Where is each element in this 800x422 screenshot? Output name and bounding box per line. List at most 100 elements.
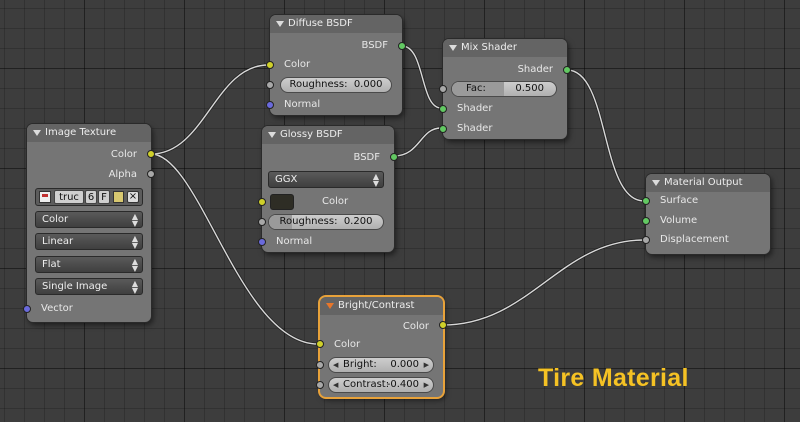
socket-input-surface[interactable]	[642, 197, 650, 205]
updown-arrows-icon: ▲ ▼	[131, 212, 138, 228]
output-label-bsdf: BSDF	[361, 40, 388, 51]
open-folder-icon[interactable]	[113, 191, 124, 203]
input-label-displacement: Displacement	[660, 234, 729, 245]
image-users-count[interactable]: 6	[85, 190, 97, 204]
image-name-field[interactable]: truc	[54, 190, 84, 204]
socket-output-bsdf[interactable]	[390, 153, 398, 161]
collapse-triangle-icon[interactable]	[326, 303, 334, 309]
node-header[interactable]: Image Texture	[27, 124, 151, 142]
image-texture-node[interactable]: Image Texture Color Alpha truc 6 F × Col…	[23, 124, 155, 322]
output-label-bsdf: BSDF	[353, 152, 380, 163]
input-label-normal: Normal	[276, 236, 313, 247]
image-datablock-selector[interactable]: truc 6 F ×	[35, 188, 143, 206]
node-header[interactable]: Mix Shader	[443, 39, 567, 57]
material-output-node[interactable]: Material Output Surface Volume Displacem…	[642, 174, 770, 254]
color-space-dropdown[interactable]: Color ▲ ▼	[35, 211, 143, 228]
fake-user-button[interactable]: F	[98, 190, 110, 204]
field-label: Roughness:	[279, 216, 338, 227]
input-label-vector: Vector	[41, 303, 73, 314]
field-value: -0.400	[386, 379, 419, 390]
socket-input-bright[interactable]	[316, 361, 324, 369]
contrast-number-field[interactable]: ◀ Contrast: -0.400 ▶	[328, 377, 434, 393]
collapse-triangle-icon[interactable]	[449, 45, 457, 51]
decrement-arrow-icon[interactable]: ◀	[333, 358, 338, 372]
link-brightcontrast-to-output-displacement	[442, 239, 645, 326]
socket-input-contrast[interactable]	[316, 381, 324, 389]
diffuse-bsdf-node[interactable]: Diffuse BSDF BSDF Color Roughness: 0.000…	[266, 15, 406, 115]
field-label: Bright:	[343, 359, 377, 370]
image-browse-icon[interactable]	[39, 191, 51, 203]
source-dropdown[interactable]: Single Image ▲ ▼	[35, 278, 143, 295]
field-label: Roughness:	[289, 79, 348, 90]
dropdown-value: Color	[42, 214, 69, 225]
socket-input-color[interactable]	[258, 198, 266, 206]
input-label-normal: Normal	[284, 99, 321, 110]
increment-arrow-icon[interactable]: ▶	[424, 378, 429, 392]
socket-input-shader-2[interactable]	[439, 125, 447, 133]
socket-input-fac[interactable]	[439, 85, 447, 93]
output-label-color: Color	[402, 321, 429, 332]
collapse-triangle-icon[interactable]	[33, 130, 41, 136]
socket-input-color[interactable]	[266, 61, 274, 69]
updown-arrows-icon: ▲ ▼	[372, 172, 379, 188]
node-title: Bright/Contrast	[338, 300, 415, 311]
roughness-slider[interactable]: Roughness: 0.200	[268, 214, 384, 230]
field-label: Contrast:	[343, 379, 390, 390]
field-value: 0.200	[343, 216, 373, 227]
projection-dropdown[interactable]: Flat ▲ ▼	[35, 256, 143, 273]
socket-output-alpha[interactable]	[147, 170, 155, 178]
bright-contrast-node[interactable]: Bright/Contrast Color Color ◀ Bright: 0.…	[316, 297, 447, 397]
socket-input-volume[interactable]	[642, 217, 650, 225]
node-title: Diffuse BSDF	[288, 18, 353, 29]
socket-input-color[interactable]	[316, 340, 324, 348]
socket-output-color[interactable]	[439, 321, 447, 329]
socket-input-normal[interactable]	[258, 238, 266, 246]
node-header[interactable]: Material Output	[646, 174, 770, 192]
input-label-color: Color	[334, 339, 361, 350]
socket-input-shader-1[interactable]	[439, 105, 447, 113]
decrement-arrow-icon[interactable]: ◀	[333, 378, 338, 392]
updown-arrows-icon: ▲ ▼	[131, 279, 138, 295]
collapse-triangle-icon[interactable]	[276, 21, 284, 27]
field-value: 0.000	[353, 79, 383, 90]
updown-arrows-icon: ▲ ▼	[131, 257, 138, 273]
socket-input-roughness[interactable]	[258, 218, 266, 226]
socket-input-vector[interactable]	[23, 305, 31, 313]
mix-shader-node[interactable]: Mix Shader Shader Fac: 0.500 Shader Shad…	[439, 39, 571, 139]
node-header[interactable]: Glossy BSDF	[262, 126, 394, 144]
node-title: Material Output	[664, 177, 743, 188]
node-title: Image Texture	[45, 127, 117, 138]
distribution-dropdown[interactable]: GGX ▲ ▼	[268, 171, 384, 188]
collapse-triangle-icon[interactable]	[268, 132, 276, 138]
socket-output-color[interactable]	[147, 150, 155, 158]
node-title: Glossy BSDF	[280, 129, 343, 140]
dropdown-value: GGX	[275, 174, 298, 185]
dropdown-value: Flat	[42, 259, 61, 270]
color-swatch[interactable]	[270, 194, 294, 210]
field-label: Fac:	[466, 83, 486, 94]
output-label-color: Color	[110, 149, 137, 160]
bright-number-field[interactable]: ◀ Bright: 0.000 ▶	[328, 357, 434, 373]
socket-output-shader[interactable]	[563, 66, 571, 74]
link-mix-to-output-surface	[566, 69, 645, 202]
socket-input-roughness[interactable]	[266, 81, 274, 89]
dropdown-value: Linear	[42, 236, 74, 247]
glossy-bsdf-node[interactable]: Glossy BSDF BSDF GGX ▲ ▼ Color Roughness:…	[258, 126, 398, 252]
input-label-color: Color	[322, 196, 349, 207]
socket-output-bsdf[interactable]	[398, 42, 406, 50]
interpolation-dropdown[interactable]: Linear ▲ ▼	[35, 233, 143, 250]
socket-input-normal[interactable]	[266, 101, 274, 109]
socket-input-displacement[interactable]	[642, 236, 650, 244]
node-title: Mix Shader	[461, 42, 517, 53]
roughness-slider[interactable]: Roughness: 0.000	[280, 77, 392, 93]
field-value: 0.500	[515, 83, 544, 94]
node-header[interactable]: Diffuse BSDF	[270, 15, 402, 33]
updown-arrows-icon: ▲ ▼	[131, 234, 138, 250]
input-label-surface: Surface	[660, 195, 699, 206]
input-label-shader-2: Shader	[457, 123, 493, 134]
unlink-close-icon[interactable]: ×	[127, 191, 139, 203]
increment-arrow-icon[interactable]: ▶	[424, 358, 429, 372]
node-header[interactable]: Bright/Contrast	[320, 297, 443, 315]
fac-slider[interactable]: Fac: 0.500	[451, 81, 557, 97]
collapse-triangle-icon[interactable]	[652, 180, 660, 186]
